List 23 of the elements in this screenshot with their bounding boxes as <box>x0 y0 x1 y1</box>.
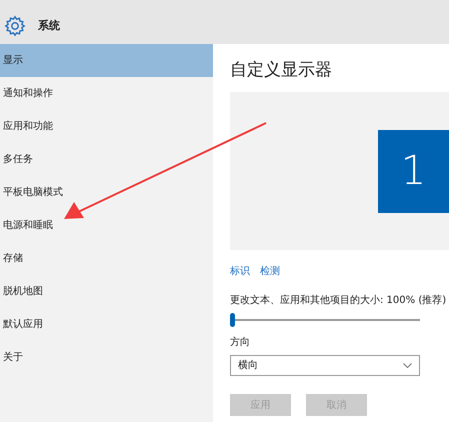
link[interactable]: 检测 <box>260 264 280 279</box>
sidebar-item[interactable]: 关于 <box>0 341 213 374</box>
sidebar-item[interactable]: 脱机地图 <box>0 275 213 308</box>
sidebar-item[interactable]: 电源和睡眠 <box>0 209 213 242</box>
orientation-label: 方向 <box>230 336 251 350</box>
section-title: 系统 <box>38 18 60 34</box>
settings-icon <box>4 15 26 37</box>
sidebar-item[interactable]: 存储 <box>0 242 213 275</box>
sidebar-item[interactable]: 显示 <box>0 44 213 77</box>
sidebar-item[interactable]: 多任务 <box>0 143 213 176</box>
monitor-tile[interactable]: 1 <box>378 130 449 212</box>
monitor-number: 1 <box>400 147 426 196</box>
scale-label: 更改文本、应用和其他项目的大小: 100% (推荐) <box>230 294 448 308</box>
sidebar-item[interactable]: 默认应用 <box>0 308 213 341</box>
link[interactable]: 标识 <box>230 264 250 279</box>
sidebar-item[interactable]: 通知和操作 <box>0 77 213 110</box>
slider-thumb[interactable] <box>230 313 235 327</box>
scale-slider[interactable] <box>230 313 420 327</box>
sidebar-item[interactable]: 应用和功能 <box>0 110 213 143</box>
sidebar-item[interactable]: 平板电脑模式 <box>0 176 213 209</box>
chevron-down-icon <box>403 363 412 368</box>
page-title: 自定义显示器 <box>230 59 333 82</box>
orientation-dropdown[interactable]: 横向 <box>230 355 420 376</box>
